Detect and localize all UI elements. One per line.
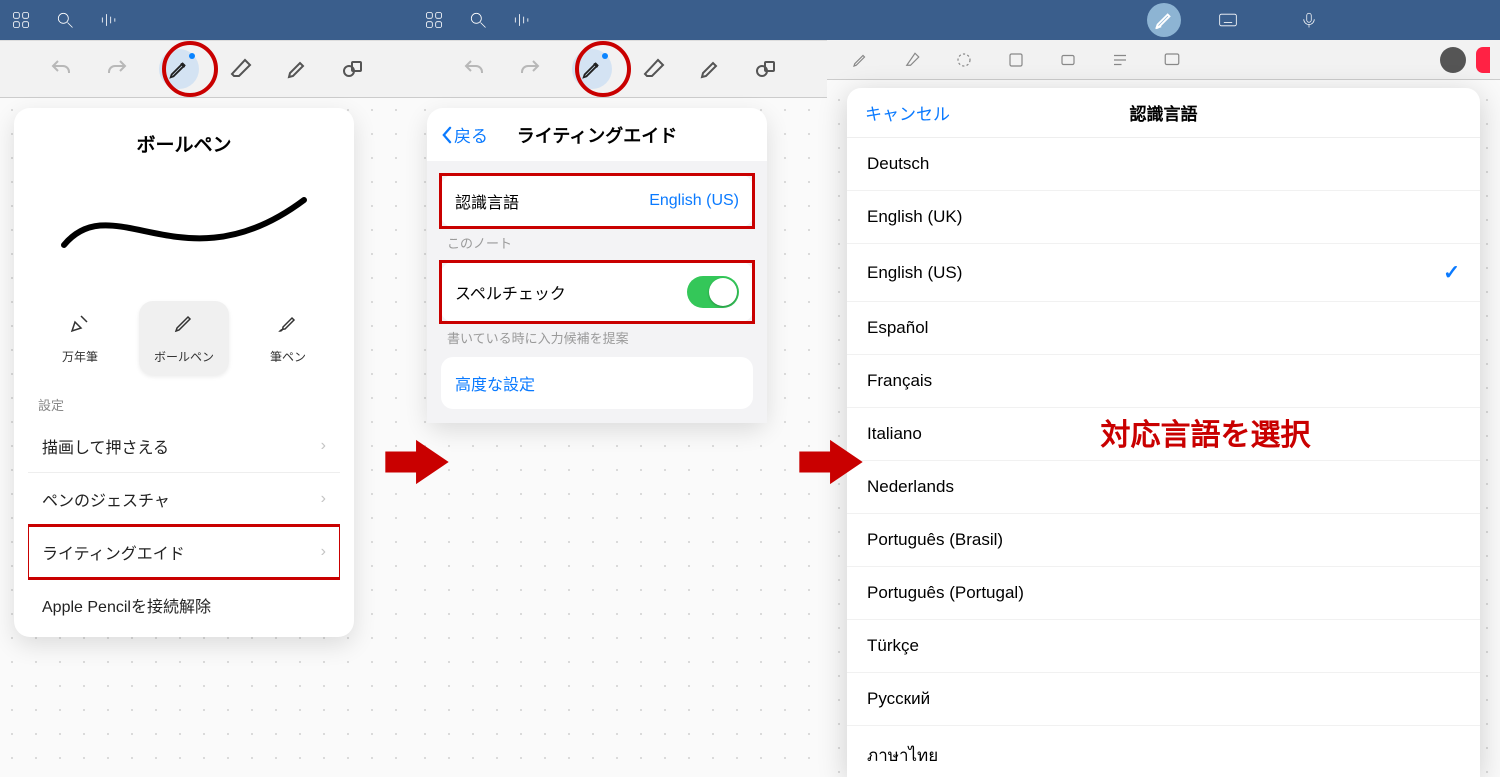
language-row[interactable]: English (UK) [847, 191, 1480, 244]
language-row[interactable]: Français [847, 355, 1480, 408]
tool-bar [413, 40, 827, 98]
pen-type-ballpoint[interactable]: ボールペン [139, 301, 229, 375]
language-row[interactable]: Español [847, 302, 1480, 355]
row-disconnect-pencil[interactable]: Apple Pencilを接続解除 [28, 579, 340, 631]
grid-icon[interactable] [10, 9, 32, 31]
tool-bar [0, 40, 413, 98]
hint-text: 書いている時に入力候補を提案 [447, 328, 747, 347]
language-row[interactable]: Türkçe [847, 620, 1480, 673]
writing-aid-popover: 戻る ライティングエイド 認識言語 English (US) このノート スペル… [427, 108, 767, 423]
popover-body: 認識言語 English (US) このノート スペルチェック 書いている時に入… [427, 161, 767, 423]
grid-icon[interactable] [423, 9, 445, 31]
language-row[interactable]: English (US) ✓ [847, 244, 1480, 302]
language-row[interactable]: Русский [847, 673, 1480, 726]
row-pen-gesture[interactable]: ペンのジェスチャ › [28, 473, 340, 526]
modal-title: 認識言語 [1130, 100, 1198, 125]
bluetooth-dot-icon [189, 53, 195, 59]
top-bar [413, 0, 827, 40]
arrow-icon [797, 438, 865, 486]
row-writing-aid[interactable]: ライティングエイド › [28, 526, 340, 579]
top-bar [0, 0, 413, 40]
section-note: このノート [447, 233, 747, 252]
row-draw-hold[interactable]: 描画して押さえる › [28, 420, 340, 473]
settings-header: 設定 [38, 395, 330, 414]
chevron-right-icon: › [321, 490, 326, 508]
mic-icon[interactable] [1298, 9, 1320, 31]
cancel-button[interactable]: キャンセル [865, 100, 950, 125]
highlighter-icon[interactable] [696, 55, 724, 83]
scribble-pen-icon[interactable] [1147, 3, 1181, 37]
pen-tool-selected[interactable] [159, 49, 199, 89]
language-row[interactable]: Português (Brasil) [847, 514, 1480, 567]
avatar[interactable] [1440, 47, 1466, 73]
search-icon[interactable] [54, 9, 76, 31]
bluetooth-dot-icon [602, 53, 608, 59]
language-label: Italiano [867, 424, 922, 444]
pane-pen-settings: ボールペン 万年筆 ボールペン 筆ペン 設定 [0, 0, 413, 777]
chevron-right-icon: › [321, 437, 326, 455]
chevron-right-icon: › [321, 543, 326, 561]
popover-header: 戻る ライティングエイド [427, 108, 767, 161]
row-recognition-language[interactable]: 認識言語 English (US) [441, 175, 753, 227]
language-row[interactable]: ภาษาไทย [847, 726, 1480, 777]
language-label: Deutsch [867, 154, 929, 174]
eraser-icon[interactable] [640, 55, 668, 83]
language-list[interactable]: Deutsch English (UK) English (US) ✓ Español F… [847, 138, 1480, 777]
language-row[interactable]: Nederlands [847, 461, 1480, 514]
pen-type-brush[interactable]: 筆ペン [243, 301, 333, 375]
language-label: English (UK) [867, 207, 962, 227]
language-label: English (US) [867, 263, 962, 283]
pen-tool-selected[interactable] [572, 49, 612, 89]
audio-icon[interactable] [98, 9, 120, 31]
callout-text: 対応言語を選択 [1101, 410, 1311, 454]
audio-icon[interactable] [511, 9, 533, 31]
pane-writing-aid: 戻る ライティングエイド 認識言語 English (US) このノート スペル… [413, 0, 827, 777]
language-label: Français [867, 371, 932, 391]
undo-icon[interactable] [460, 55, 488, 83]
language-row[interactable]: Português (Portugal) [847, 567, 1480, 620]
modal-header: キャンセル 認識言語 [847, 88, 1480, 138]
eraser-icon[interactable] [227, 55, 255, 83]
back-button[interactable]: 戻る [441, 122, 488, 147]
language-row[interactable]: Deutsch [847, 138, 1480, 191]
language-label: Nederlands [867, 477, 954, 497]
language-label: ภาษาไทย [867, 742, 938, 769]
peek-toolbar [827, 40, 1500, 80]
pen-type-row: 万年筆 ボールペン 筆ペン [28, 301, 340, 375]
shapes-icon[interactable] [339, 55, 367, 83]
check-icon: ✓ [1443, 260, 1460, 285]
language-label: Português (Brasil) [867, 530, 1003, 550]
canvas-area: ボールペン 万年筆 ボールペン 筆ペン 設定 [0, 98, 413, 777]
redo-icon[interactable] [103, 55, 131, 83]
canvas-area: 戻る ライティングエイド 認識言語 English (US) このノート スペル… [413, 98, 827, 777]
settings-list: 描画して押さえる › ペンのジェスチャ › ライティングエイド › Apple … [28, 420, 340, 631]
undo-icon[interactable] [47, 55, 75, 83]
highlighter-icon[interactable] [283, 55, 311, 83]
toggle-on[interactable] [687, 276, 739, 308]
shapes-icon[interactable] [752, 55, 780, 83]
arrow-icon [383, 438, 451, 486]
row-advanced[interactable]: 高度な設定 [441, 357, 753, 409]
pen-type-fountain[interactable]: 万年筆 [35, 301, 125, 375]
search-icon[interactable] [467, 9, 489, 31]
pane-language-select: キャンセル 認識言語 Deutsch English (UK) English (U… [827, 0, 1500, 777]
modal-backdrop: キャンセル 認識言語 Deutsch English (UK) English (U… [827, 40, 1500, 777]
pen-popover: ボールペン 万年筆 ボールペン 筆ペン 設定 [14, 108, 354, 637]
top-bar [827, 0, 1500, 40]
popover-title: ボールペン [14, 130, 354, 157]
language-label: Türkçe [867, 636, 919, 656]
keyboard-icon[interactable] [1217, 9, 1239, 31]
popover-title: ライティングエイド [517, 122, 678, 148]
record-indicator-icon [1476, 47, 1490, 73]
stroke-preview [14, 175, 354, 275]
language-label: Русский [867, 689, 930, 709]
row-spellcheck[interactable]: スペルチェック [441, 262, 753, 322]
language-label: Português (Portugal) [867, 583, 1024, 603]
language-label: Español [867, 318, 928, 338]
redo-icon[interactable] [516, 55, 544, 83]
